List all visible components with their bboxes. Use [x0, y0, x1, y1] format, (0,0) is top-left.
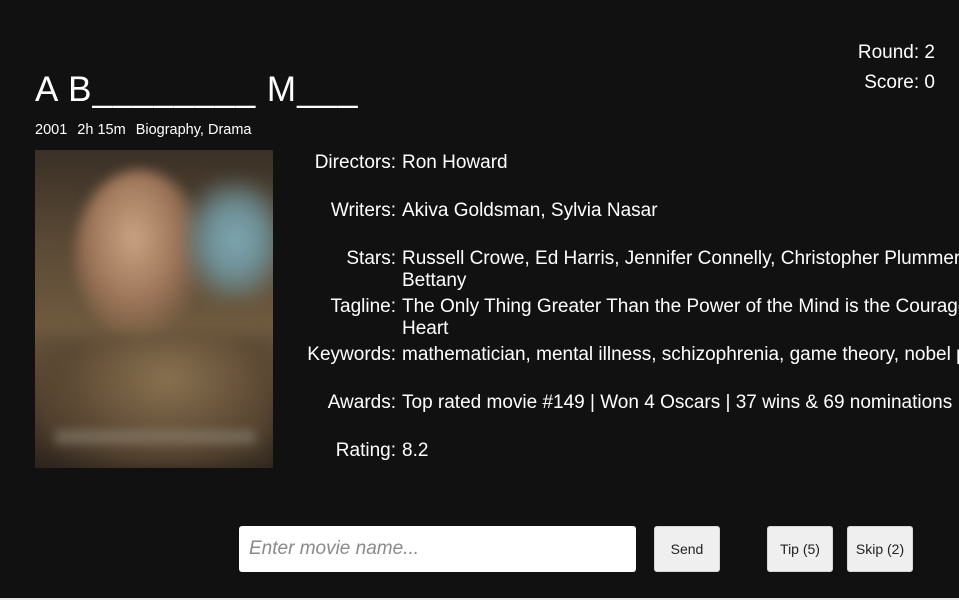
score-counter: Score: 0: [864, 72, 935, 93]
detail-label: Rating:: [335, 440, 396, 461]
detail-label: Directors:: [314, 152, 396, 173]
detail-row-stars: Stars: Russell Crowe, Ed Harris, Jennife…: [290, 248, 959, 296]
skip-button[interactable]: Skip (2): [847, 526, 913, 572]
detail-row-awards: Awards: Top rated movie #149 | Won 4 Osc…: [290, 392, 959, 440]
movie-poster-blurred: [35, 150, 273, 468]
detail-value: mathematician, mental illness, schizophr…: [402, 344, 959, 365]
round-counter: Round: 2: [857, 42, 935, 63]
masked-movie-title: A B________ M___: [35, 70, 359, 109]
detail-label: Writers:: [330, 200, 396, 221]
movie-year: 2001: [35, 122, 68, 138]
movie-genres: Biography, Drama: [135, 122, 252, 138]
detail-label: Awards:: [327, 392, 396, 413]
game-status: Round: 2 Score: 0: [858, 38, 935, 98]
detail-row-directors: Directors: Ron Howard: [290, 152, 959, 200]
send-button[interactable]: Send: [654, 526, 720, 572]
detail-value: Akiva Goldsman, Sylvia Nasar: [402, 200, 658, 221]
movie-guess-input[interactable]: [239, 526, 636, 572]
movie-details: Directors: Ron Howard Writers: Akiva Gol…: [290, 152, 959, 488]
tip-button[interactable]: Tip (5): [767, 526, 833, 572]
detail-label: Stars:: [346, 248, 396, 269]
detail-value: Top rated movie #149 | Won 4 Oscars | 37…: [402, 392, 953, 413]
detail-row-tagline: Tagline: The Only Thing Greater Than the…: [290, 296, 959, 344]
detail-row-keywords: Keywords: mathematician, mental illness,…: [290, 344, 959, 392]
movie-meta: 2001 2h 15m Biography, Drama: [35, 122, 257, 138]
detail-label: Tagline:: [330, 296, 397, 317]
movie-duration: 2h 15m: [77, 122, 126, 138]
detail-value: The Only Thing Greater Than the Power of…: [402, 296, 959, 339]
detail-label: Keywords:: [307, 344, 396, 365]
detail-row-rating: Rating: 8.2: [290, 440, 959, 488]
detail-value: 8.2: [402, 440, 429, 461]
detail-row-writers: Writers: Akiva Goldsman, Sylvia Nasar: [290, 200, 959, 248]
detail-value: Ron Howard: [402, 152, 508, 173]
detail-value: Russell Crowe, Ed Harris, Jennifer Conne…: [402, 248, 959, 291]
